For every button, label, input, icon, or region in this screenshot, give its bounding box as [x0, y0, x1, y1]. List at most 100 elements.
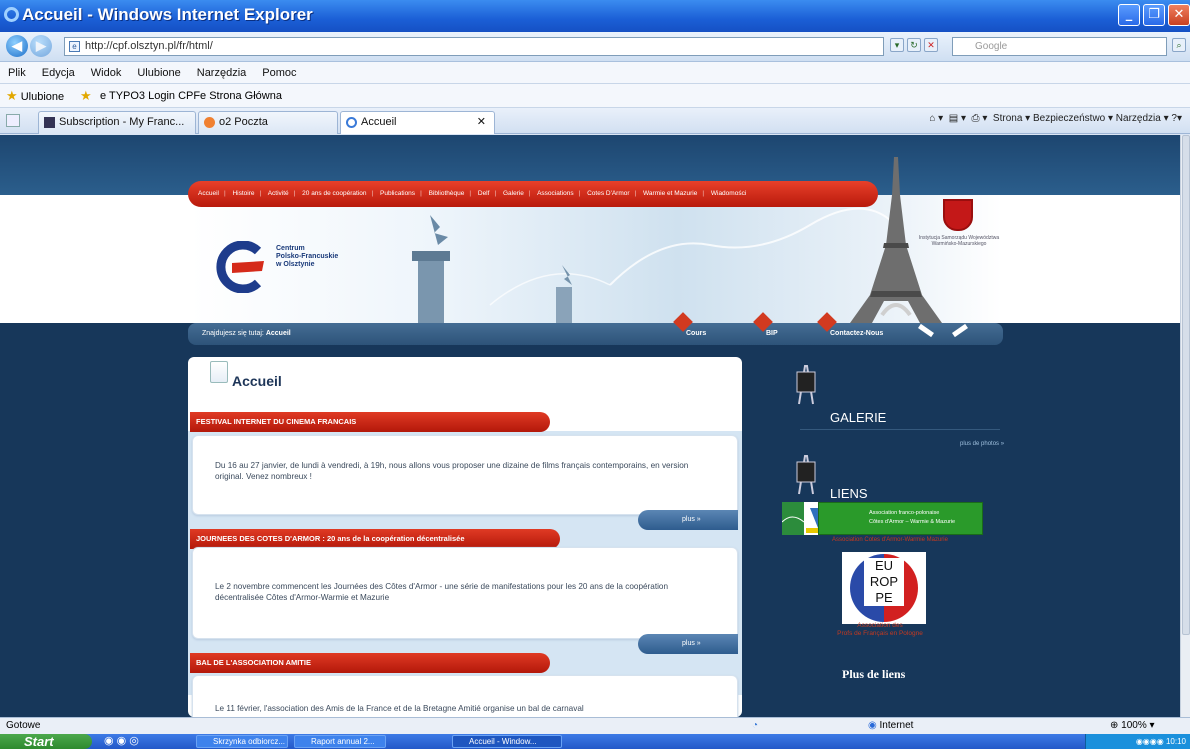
- favorites-bar: ★ Ulubione ★ e TYPO3 Login CPF e Strona …: [0, 84, 1190, 108]
- flag-pl-icon[interactable]: [952, 323, 968, 338]
- favorite-typo3[interactable]: e TYPO3 Login CPF: [100, 84, 200, 108]
- clock[interactable]: 10:10: [1166, 737, 1186, 746]
- nav-galerie[interactable]: Galerie: [503, 190, 524, 197]
- zoom-control[interactable]: ⊕ 100% ▾: [1110, 718, 1155, 734]
- nav-activite[interactable]: Activité: [268, 190, 289, 197]
- nav-20-ans[interactable]: 20 ans de coopération: [302, 190, 366, 197]
- nav-publications[interactable]: Publications: [380, 190, 415, 197]
- forward-button[interactable]: ▶: [30, 35, 52, 57]
- tab-accueil[interactable]: Accueil ✕: [340, 111, 495, 134]
- stop-icon[interactable]: ✕: [924, 38, 938, 52]
- europe-letter: PE: [875, 590, 893, 605]
- compat-view-icon[interactable]: ▾: [890, 38, 904, 52]
- more-button-2[interactable]: plus »: [638, 634, 738, 654]
- zoom-icon: ⊕: [1110, 720, 1119, 731]
- search-input[interactable]: Google: [952, 37, 1167, 56]
- tab-o2-poczta[interactable]: o2 Poczta: [198, 111, 338, 134]
- flag-fr-icon[interactable]: [918, 323, 934, 338]
- feeds-icon[interactable]: ▤ ▾: [949, 113, 966, 124]
- nav-accueil[interactable]: Accueil: [198, 190, 219, 197]
- cpf-logo-icon[interactable]: [214, 241, 266, 293]
- quick-link-contact[interactable]: Contactez-Nous: [817, 312, 884, 345]
- print-icon[interactable]: ⎙ ▾: [972, 113, 988, 124]
- association-franco-polonaise-link[interactable]: Association franco-polonaise Côtes d'Arm…: [818, 502, 983, 535]
- nav-wiadomosci[interactable]: Wiadomości: [711, 190, 746, 197]
- tab-subscription[interactable]: Subscription - My Franc...: [38, 111, 196, 134]
- url-input[interactable]: e http://cpf.olsztyn.pl/fr/html/: [64, 37, 884, 56]
- task-raport[interactable]: Raport annual 2...: [294, 735, 386, 748]
- news-title-3[interactable]: BAL DE L'ASSOCIATION AMITIE: [190, 653, 550, 673]
- more-photos-link[interactable]: plus de photos »: [960, 441, 1004, 447]
- liens-heading: LIENS: [830, 486, 868, 501]
- tray-icons[interactable]: ◉◉◉◉: [1136, 737, 1164, 746]
- tab-favicon: [44, 117, 55, 128]
- nav-delf[interactable]: Delf: [478, 190, 490, 197]
- nav-cotes-armor[interactable]: Cotes D'Armor: [587, 190, 629, 197]
- favorite-strona[interactable]: e Strona Główna: [200, 84, 282, 108]
- scrollbar-thumb[interactable]: [1182, 135, 1190, 635]
- tab-close-icon[interactable]: ✕: [477, 112, 486, 133]
- menu-edycja[interactable]: Edycja: [42, 67, 75, 79]
- menu-bar: Plik Edycja Widok Ulubione Narzędzia Pomoc: [0, 62, 1190, 84]
- menu-narzedzia[interactable]: Narzędzia: [197, 67, 247, 79]
- add-favorite-icon[interactable]: ★: [80, 84, 92, 109]
- crest-caption: Instytucja Samorządu Województwa Warmińs…: [918, 235, 1000, 247]
- tab-label: o2 Poczta: [219, 116, 268, 128]
- back-button[interactable]: ◀: [6, 35, 28, 57]
- tab-label: Subscription - My Franc...: [59, 116, 185, 128]
- task-accueil[interactable]: Accueil - Window...: [452, 735, 562, 748]
- command-bar[interactable]: ⌂ ▾ ▤ ▾ ⎙ ▾ Strona ▾ Bezpieczeństwo ▾ Na…: [929, 113, 1182, 124]
- quick-link-label: BIP: [766, 330, 778, 337]
- start-label: Start: [24, 734, 54, 749]
- green-line: Côtes d'Armor – Warmie & Mazurie: [869, 519, 956, 525]
- url-text: http://cpf.olsztyn.pl/fr/html/: [85, 40, 213, 52]
- minimize-button[interactable]: _: [1118, 4, 1140, 26]
- nav-associations[interactable]: Associations: [537, 190, 574, 197]
- association-cotes-link[interactable]: Association Cotes d'Armor-Warmie Mazurie: [810, 537, 970, 544]
- menu-plik[interactable]: Plik: [8, 67, 26, 79]
- quick-link-bip[interactable]: BIP: [753, 312, 778, 345]
- news-title-1[interactable]: FESTIVAL INTERNET DU CINEMA FRANCAIS: [190, 412, 550, 432]
- status-text: Gotowe: [6, 720, 41, 731]
- favorites-button[interactable]: ★ Ulubione: [6, 84, 64, 109]
- close-button[interactable]: ✕: [1168, 4, 1190, 26]
- ie-logo-icon: [4, 7, 19, 22]
- help-icon[interactable]: ?▾: [1171, 113, 1182, 124]
- divider: [800, 429, 1000, 430]
- news-text-1: Du 16 au 27 janvier, de lundi à vendredi…: [215, 461, 689, 481]
- breadcrumb: Znajdujesz się tutaj: Accueil Cours BIP …: [188, 312, 1003, 345]
- command-menus[interactable]: Strona ▾ Bezpieczeństwo ▾ Narzędzia ▾: [993, 113, 1169, 124]
- system-tray: ◉◉◉◉ 10:10: [1085, 734, 1190, 749]
- more-button-1[interactable]: plus »: [638, 510, 738, 530]
- loading-icon: ◔: [752, 720, 759, 731]
- task-skrzynka[interactable]: Skrzynka odbiorcz...: [196, 735, 288, 748]
- europe-logo[interactable]: EU ROP PE: [842, 552, 926, 624]
- galerie-heading[interactable]: GALERIE: [830, 410, 886, 425]
- quick-link-cours[interactable]: Cours: [673, 312, 706, 345]
- quick-tabs-icon[interactable]: [6, 114, 20, 127]
- nav-warmie[interactable]: Warmie et Mazurie: [643, 190, 697, 197]
- region-crest-icon[interactable]: [943, 199, 973, 231]
- association-profs-link[interactable]: Association des Profs de Français en Pol…: [795, 622, 965, 637]
- task-label: Accueil - Window...: [469, 737, 537, 746]
- nav-histoire[interactable]: Histoire: [232, 190, 254, 197]
- nav-bibliotheque[interactable]: Bibliothèque: [429, 190, 465, 197]
- menu-ulubione[interactable]: Ulubione: [137, 67, 180, 79]
- title-bar: Accueil - Windows Internet Explorer _ ❐ …: [0, 0, 1190, 32]
- search-icon[interactable]: ⌕: [1172, 38, 1186, 52]
- maximize-button[interactable]: ❐: [1143, 4, 1165, 26]
- menu-widok[interactable]: Widok: [91, 67, 122, 79]
- menu-pomoc[interactable]: Pomoc: [262, 67, 296, 79]
- quick-link-label: Contactez-Nous: [830, 330, 884, 337]
- zone-label: Internet: [879, 720, 914, 731]
- zone-indicator[interactable]: ◉ Internet: [868, 718, 913, 734]
- more-links[interactable]: Plus de liens: [842, 667, 905, 682]
- home-icon[interactable]: ⌂ ▾: [929, 113, 943, 124]
- tab-favicon: [204, 117, 215, 128]
- page-scrollbar[interactable]: [1180, 135, 1190, 717]
- refresh-icon[interactable]: ↻: [907, 38, 921, 52]
- breadcrumb-current[interactable]: Accueil: [266, 330, 291, 337]
- quick-launch-icons[interactable]: ◉ ◉ ◎: [104, 734, 139, 749]
- news-title-2[interactable]: JOURNEES DES COTES D'ARMOR : 20 ans de l…: [190, 529, 560, 549]
- start-button[interactable]: Start: [0, 734, 92, 749]
